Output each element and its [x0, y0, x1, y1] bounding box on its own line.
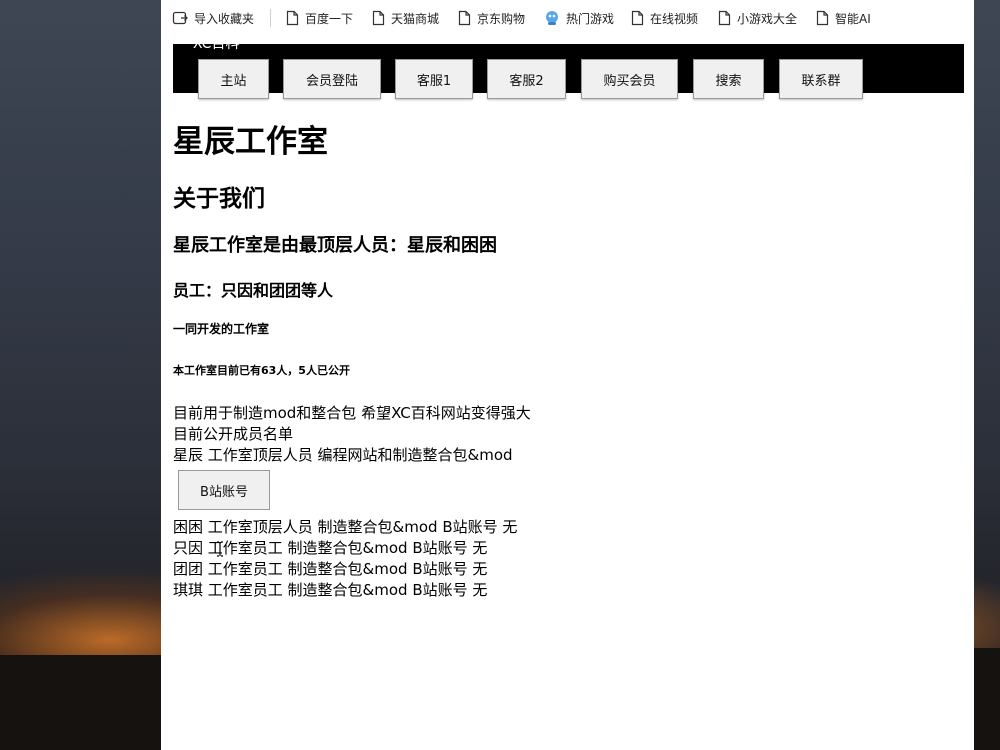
- bookmark-smart-ai[interactable]: 智能AI: [816, 9, 871, 27]
- page-icon: [718, 10, 731, 26]
- member-row: 团团 工作室员工 制造整合包&mod B站账号 无: [173, 560, 488, 578]
- member-row: 星辰 工作室顶层人员 编程网站和制造整合包&mod: [173, 446, 513, 464]
- import-bookmarks-icon: [172, 11, 188, 25]
- game-mascot-icon: [546, 11, 558, 25]
- background-silhouette: [972, 648, 1000, 750]
- page-icon: [286, 10, 299, 26]
- member-list-heading: 目前公开成员名单: [173, 425, 294, 443]
- bookmark-jd[interactable]: 京东购物: [458, 9, 525, 27]
- staff-heading: 员工：只因和团团等人: [173, 281, 334, 300]
- about-heading: 关于我们: [173, 186, 265, 212]
- page-icon: [631, 10, 644, 26]
- nav-contact-group-button[interactable]: 联系群: [779, 59, 863, 99]
- text-cursor-icon: [217, 541, 223, 557]
- web-page: XC百科 主站 会员登陆 客服1 客服2 购买会员 搜索 联系群 星辰工作室 关…: [161, 36, 974, 750]
- bookmark-import[interactable]: 导入收藏夹: [172, 9, 254, 27]
- bilibili-account-button[interactable]: B站账号: [178, 470, 270, 510]
- nav-support1-button[interactable]: 客服1: [395, 59, 473, 99]
- member-count-heading: 本工作室目前已有63人，5人已公开: [173, 364, 350, 377]
- member-row: 困困 工作室顶层人员 制造整合包&mod B站账号 无: [173, 518, 518, 536]
- page-icon: [458, 10, 471, 26]
- bookmarks-separator: [270, 9, 271, 27]
- nav-home-button[interactable]: 主站: [198, 59, 269, 99]
- bookmarks-bar: 导入收藏夹 百度一下 天猫商城 京东购物 热门游戏 在线视频 小游戏大全 智能A…: [161, 0, 974, 37]
- site-header: XC百科 主站 会员登陆 客服1 客服2 购买会员 搜索 联系群: [173, 36, 964, 99]
- studio-heading: 一同开发的工作室: [173, 322, 270, 336]
- nav-buy-membership-button[interactable]: 购买会员: [581, 59, 678, 99]
- member-row: 琪琪 工作室员工 制造整合包&mod B站账号 无: [173, 581, 488, 599]
- nav-support2-button[interactable]: 客服2: [487, 59, 566, 99]
- bookmark-tmall[interactable]: 天猫商城: [372, 9, 439, 27]
- bookmark-online-video[interactable]: 在线视频: [631, 9, 698, 27]
- bookmark-baidu[interactable]: 百度一下: [286, 9, 353, 27]
- nav-member-login-button[interactable]: 会员登陆: [283, 59, 381, 99]
- bookmark-mini-games[interactable]: 小游戏大全: [718, 9, 797, 27]
- site-brand: XC百科: [193, 36, 240, 52]
- page-icon: [372, 10, 385, 26]
- purpose-text: 目前用于制造mod和整合包 希望XC百科网站变得强大: [173, 404, 531, 422]
- bookmark-hot-games[interactable]: 热门游戏: [544, 9, 614, 27]
- page-icon: [816, 10, 829, 26]
- page-title: 星辰工作室: [173, 124, 328, 160]
- intro-heading: 星辰工作室是由最顶层人员：星辰和困困: [173, 235, 497, 256]
- background-silhouette: [0, 655, 165, 750]
- nav-search-button[interactable]: 搜索: [693, 59, 764, 99]
